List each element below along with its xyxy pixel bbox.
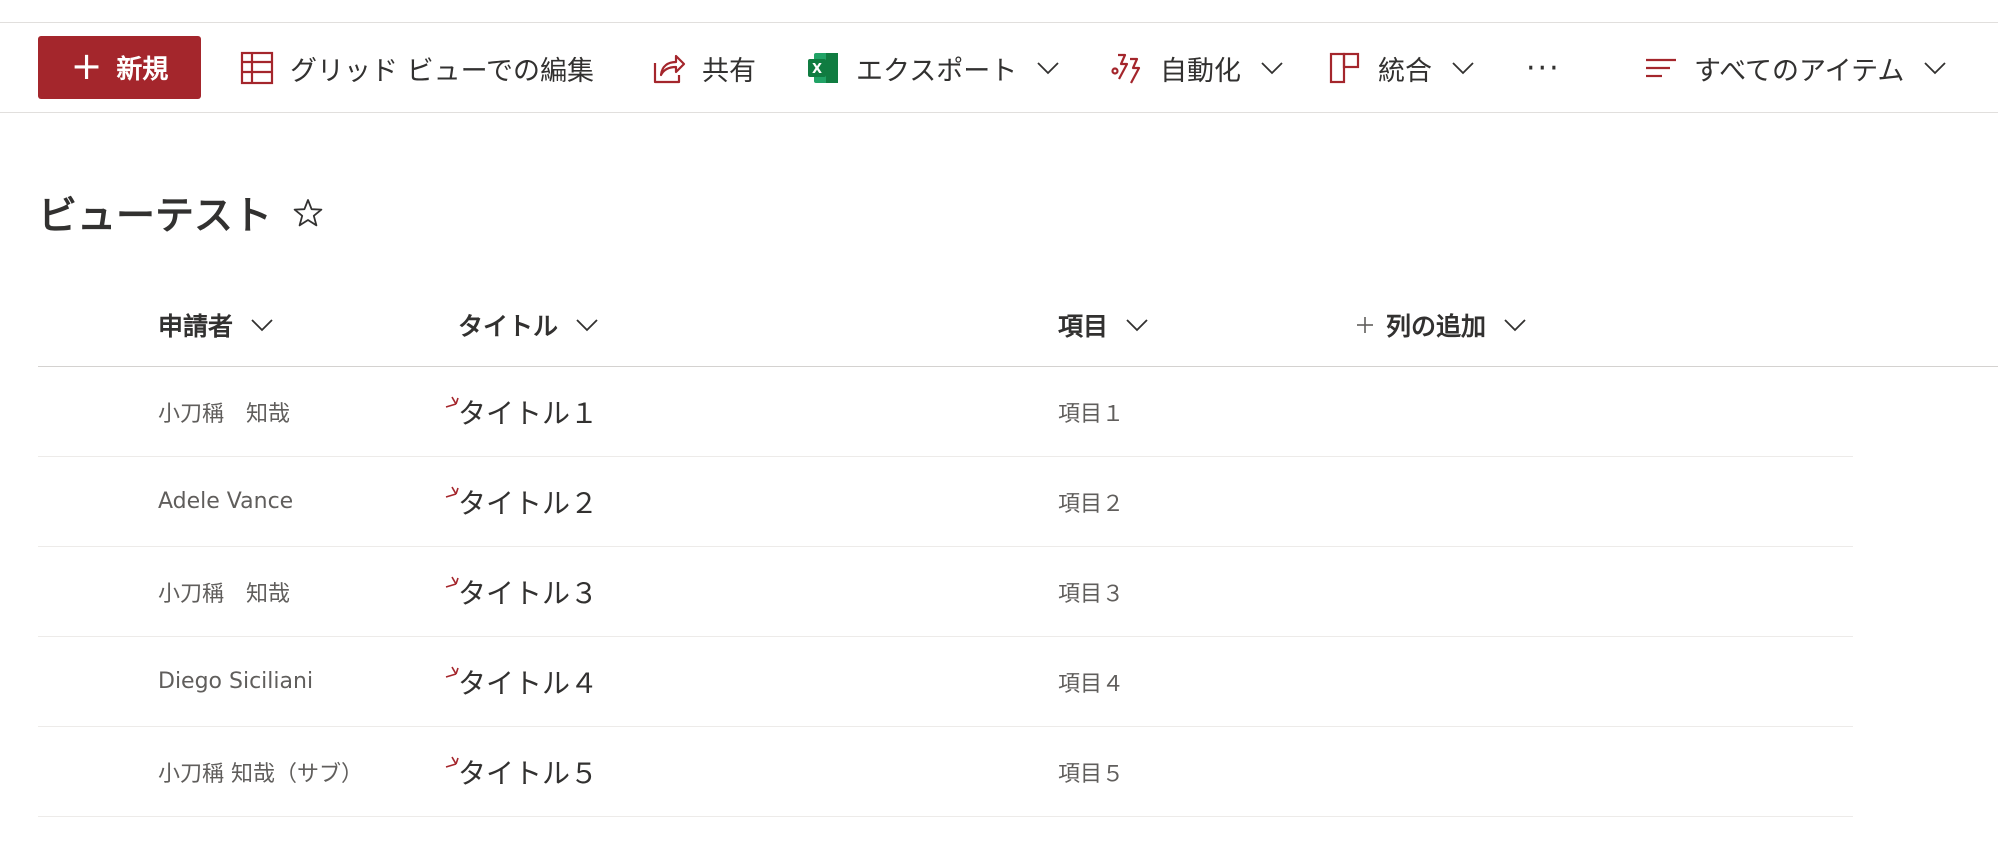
title-link[interactable]: タイトル３ xyxy=(458,572,598,612)
grid-edit-label: グリッド ビューでの編集 xyxy=(290,55,594,87)
add-column-label: 列の追加 xyxy=(1386,312,1487,341)
item-cell: 項目５ xyxy=(1058,761,1125,787)
applicant-cell: 小刀稱 知哉 xyxy=(158,401,291,427)
star-icon[interactable] xyxy=(292,197,324,229)
table-row[interactable]: Adele Vance タイトル２ 項目２ xyxy=(38,457,1853,547)
table-row[interactable]: Diego Siciliani タイトル４ 項目４ xyxy=(38,637,1853,727)
excel-icon: X xyxy=(806,51,840,85)
column-header-item[interactable]: 項目 xyxy=(1058,300,1148,350)
chevron-down-icon xyxy=(576,318,598,332)
new-item-icon xyxy=(444,475,460,498)
plus-icon: + xyxy=(70,43,103,88)
title-link[interactable]: タイトル２ xyxy=(458,482,598,522)
title-cell[interactable]: タイトル５ xyxy=(445,727,598,816)
title-cell[interactable]: タイトル４ xyxy=(445,637,598,726)
new-item-icon xyxy=(444,745,460,768)
item-cell: 項目３ xyxy=(1058,581,1125,607)
plus-icon xyxy=(1356,316,1374,334)
export-label: エクスポート xyxy=(856,55,1018,87)
title-cell[interactable]: タイトル１ xyxy=(445,367,598,456)
chevron-down-icon xyxy=(1037,61,1059,75)
more-label: ··· xyxy=(1526,50,1561,86)
column-header-applicant-label: 申請者 xyxy=(158,312,234,341)
title-link[interactable]: タイトル５ xyxy=(458,752,598,792)
column-header-item-label: 項目 xyxy=(1058,312,1109,341)
table-row[interactable]: 小刀稱 知哉（サブ） タイトル５ 項目５ xyxy=(38,727,1853,817)
chevron-down-icon xyxy=(1261,61,1283,75)
applicant-cell: Adele Vance xyxy=(158,489,294,514)
view-selector[interactable]: すべてのアイテム xyxy=(1644,38,1946,98)
new-button[interactable]: + 新規 xyxy=(38,36,201,99)
table-row[interactable]: 小刀稱 知哉 タイトル１ 項目１ xyxy=(38,367,1853,457)
view-label: すべてのアイテム xyxy=(1694,55,1905,87)
integrate-label: 統合 xyxy=(1378,55,1432,87)
automate-button[interactable]: 自動化 xyxy=(1110,38,1283,98)
applicant-cell: 小刀稱 知哉 xyxy=(158,581,291,607)
table-row[interactable]: 小刀稱 知哉 タイトル３ 項目３ xyxy=(38,547,1853,637)
command-bar: + 新規 グリッド ビューでの編集 共有 X エクスポート 自動化 統合 ···… xyxy=(0,23,1998,113)
share-button[interactable]: 共有 xyxy=(652,38,756,98)
applicant-cell: 小刀稱 知哉（サブ） xyxy=(158,761,363,787)
applicant-cell: Diego Siciliani xyxy=(158,669,314,694)
export-button[interactable]: X エクスポート xyxy=(806,38,1059,98)
chevron-down-icon xyxy=(251,318,273,332)
chevron-down-icon xyxy=(1126,318,1148,332)
list-lines-icon xyxy=(1644,51,1678,85)
title-link[interactable]: タイトル４ xyxy=(458,662,598,702)
chevron-down-icon xyxy=(1924,61,1946,75)
column-header-title[interactable]: タイトル xyxy=(458,300,598,350)
add-column-button[interactable]: 列の追加 xyxy=(1356,300,1526,350)
new-item-icon xyxy=(444,655,460,678)
title-area: ビューテスト xyxy=(38,185,324,241)
integrate-icon xyxy=(1328,51,1362,85)
grid-edit-button[interactable]: グリッド ビューでの編集 xyxy=(240,38,594,98)
chevron-down-icon xyxy=(1452,61,1474,75)
new-item-icon xyxy=(444,385,460,408)
page-title: ビューテスト xyxy=(38,194,273,239)
svg-text:X: X xyxy=(812,62,822,77)
share-label: 共有 xyxy=(702,55,756,87)
item-cell: 項目４ xyxy=(1058,671,1125,697)
share-icon xyxy=(652,51,686,85)
title-cell[interactable]: タイトル２ xyxy=(445,457,598,546)
item-cell: 項目１ xyxy=(1058,401,1125,427)
more-options-button[interactable]: ··· xyxy=(1526,38,1561,98)
chevron-down-icon xyxy=(1504,318,1526,332)
integrate-button[interactable]: 統合 xyxy=(1328,38,1474,98)
item-cell: 項目２ xyxy=(1058,491,1125,517)
title-link[interactable]: タイトル１ xyxy=(458,392,598,432)
automate-label: 自動化 xyxy=(1160,55,1241,87)
title-cell[interactable]: タイトル３ xyxy=(445,547,598,636)
flow-icon xyxy=(1110,51,1144,85)
column-header-applicant[interactable]: 申請者 xyxy=(158,300,273,350)
grid-icon xyxy=(240,51,274,85)
column-header-title-label: タイトル xyxy=(458,312,559,341)
new-button-label: 新規 xyxy=(116,55,169,85)
new-item-icon xyxy=(444,565,460,588)
